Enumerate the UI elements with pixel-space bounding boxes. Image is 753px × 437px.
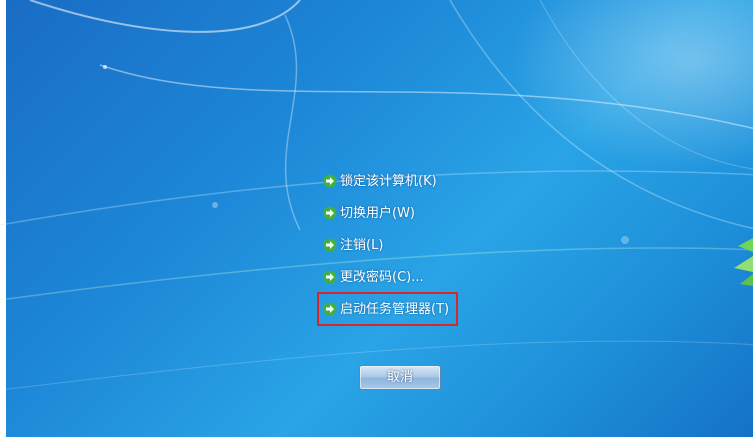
lock-computer-label: 锁定该计算机(K) <box>340 174 437 189</box>
change-password-option[interactable]: 更改密码(C)... <box>323 266 424 290</box>
log-off-option[interactable]: 注销(L) <box>323 234 383 258</box>
switch-user-label: 切换用户(W) <box>340 206 415 221</box>
lock-screen-background: 锁定该计算机(K) 切换用户(W) 注销(L) 更改密码(C)... 启动任务管… <box>0 0 753 437</box>
log-off-label: 注销(L) <box>340 238 384 253</box>
lock-computer-option[interactable]: 锁定该计算机(K) <box>323 170 437 194</box>
red-highlight-box <box>317 292 458 326</box>
green-arrow-icon <box>323 270 337 284</box>
green-leaf-decoration <box>734 238 753 286</box>
switch-user-option[interactable]: 切换用户(W) <box>323 202 415 226</box>
green-arrow-icon <box>323 238 337 252</box>
green-arrow-icon <box>323 206 337 220</box>
change-password-label: 更改密码(C)... <box>340 270 424 285</box>
green-arrow-icon <box>323 174 337 188</box>
cancel-button[interactable]: 取消 <box>359 365 441 390</box>
